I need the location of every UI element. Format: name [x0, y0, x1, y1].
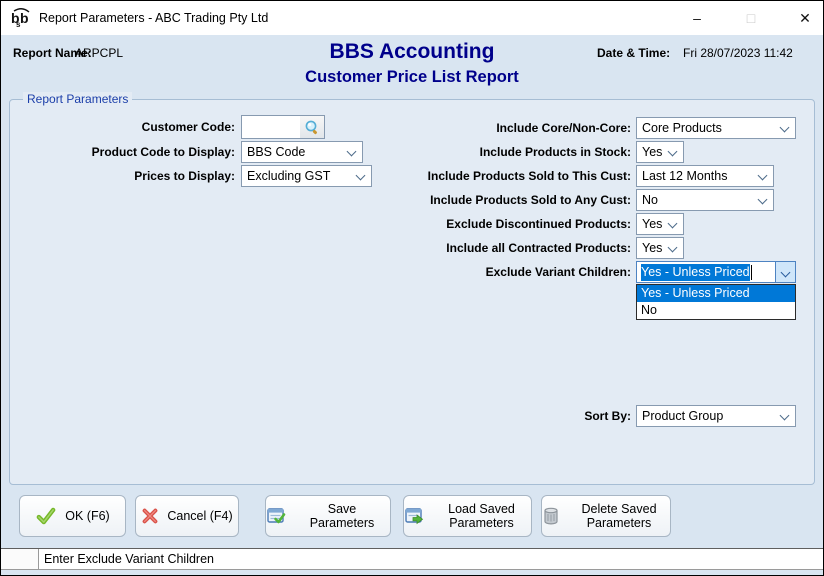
datetime-label: Date & Time:: [597, 46, 670, 60]
contracted-select[interactable]: Yes: [636, 237, 684, 259]
sold-any-cust-select[interactable]: No: [636, 189, 774, 211]
status-message: Enter Exclude Variant Children: [39, 549, 214, 569]
page-title: Customer Price List Report: [1, 68, 823, 87]
product-code-label: Product Code to Display:: [21, 141, 235, 163]
dropdown-option[interactable]: No: [637, 302, 795, 319]
chevron-down-icon: [781, 268, 791, 278]
sold-this-cust-select[interactable]: Last 12 Months: [636, 165, 774, 187]
ok-button[interactable]: OK (F6): [19, 495, 126, 537]
trash-icon: [542, 506, 560, 526]
chevron-down-icon: [668, 243, 678, 253]
text-caret: [751, 265, 752, 280]
group-label: Report Parameters: [23, 92, 132, 106]
datetime-value: Fri 28/07/2023 11:42: [683, 46, 793, 60]
customer-code-label: Customer Code:: [21, 116, 235, 138]
load-icon: [404, 506, 424, 526]
maximize-button: □: [741, 1, 761, 35]
load-saved-parameters-button[interactable]: Load Saved Parameters: [403, 495, 532, 537]
selected-text: Yes - Unless Priced: [641, 264, 750, 281]
discontinued-select[interactable]: Yes: [636, 213, 684, 235]
core-label: Include Core/Non-Core:: [331, 117, 631, 139]
in-stock-select[interactable]: Yes: [636, 141, 684, 163]
app-logo-icon: b b s: [10, 8, 32, 28]
cancel-button[interactable]: Cancel (F4): [135, 495, 239, 537]
status-bar: Enter Exclude Variant Children: [1, 548, 823, 570]
combo-arrow-button[interactable]: [775, 262, 795, 282]
chevron-down-icon: [668, 147, 678, 157]
svg-text:s: s: [16, 20, 21, 28]
search-icon: [304, 119, 320, 135]
cancel-x-icon: [141, 507, 159, 525]
sort-by-select[interactable]: Product Group: [636, 405, 796, 427]
customer-code-input[interactable]: [241, 115, 325, 139]
minimize-button[interactable]: –: [687, 1, 707, 35]
core-select[interactable]: Core Products: [636, 117, 796, 139]
save-parameters-button[interactable]: Save Parameters: [265, 495, 391, 537]
variant-children-label: Exclude Variant Children:: [331, 261, 631, 283]
prices-label: Prices to Display:: [21, 165, 235, 187]
chevron-down-icon: [780, 123, 790, 133]
save-icon: [266, 506, 286, 526]
report-parameters-window: b b s Report Parameters - ABC Trading Pt…: [0, 0, 824, 576]
discontinued-label: Exclude Discontinued Products:: [331, 213, 631, 235]
delete-saved-parameters-button[interactable]: Delete Saved Parameters: [541, 495, 671, 537]
in-stock-label: Include Products in Stock:: [331, 141, 631, 163]
svg-text:b: b: [20, 10, 29, 26]
sort-by-label: Sort By:: [331, 405, 631, 427]
chevron-down-icon: [780, 411, 790, 421]
customer-lookup-button[interactable]: [300, 116, 324, 138]
chevron-down-icon: [758, 171, 768, 181]
check-icon: [35, 505, 57, 527]
close-button[interactable]: ✕: [795, 1, 815, 35]
chevron-down-icon: [668, 219, 678, 229]
contracted-label: Include all Contracted Products:: [331, 237, 631, 259]
sold-this-cust-label: Include Products Sold to This Cust:: [331, 165, 631, 187]
variant-children-select[interactable]: Yes - Unless Priced: [636, 261, 796, 283]
dropdown-option[interactable]: Yes - Unless Priced: [637, 285, 795, 302]
chevron-down-icon: [758, 195, 768, 205]
variant-children-dropdown-list: Yes - Unless Priced No: [636, 284, 796, 320]
status-bar-cell: [1, 549, 39, 569]
title-bar: b b s Report Parameters - ABC Trading Pt…: [1, 1, 823, 35]
window-title: Report Parameters - ABC Trading Pty Ltd: [39, 11, 268, 25]
sold-any-cust-label: Include Products Sold to Any Cust:: [331, 189, 631, 211]
